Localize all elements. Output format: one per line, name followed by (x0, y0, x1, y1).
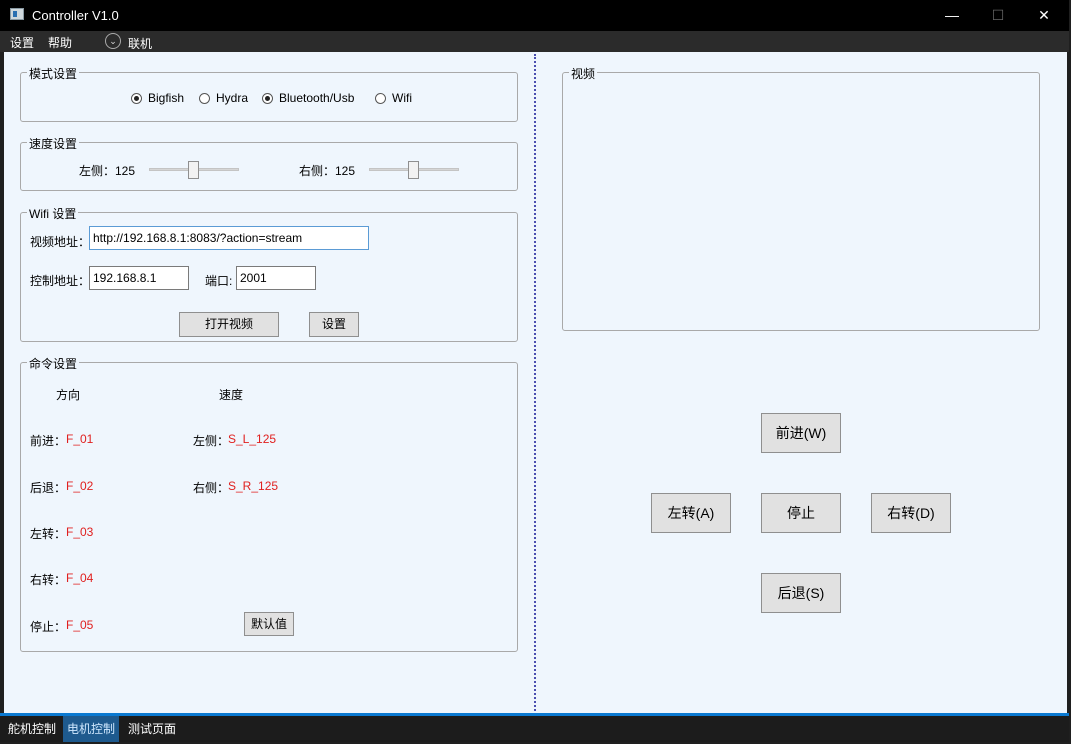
menu-help[interactable]: 帮助 (48, 34, 72, 51)
window-title: Controller V1.0 (32, 8, 119, 23)
minimize-button[interactable]: — (929, 0, 975, 31)
radio-bigfish-label[interactable]: Bigfish (148, 91, 184, 105)
wifi-set-button[interactable]: 设置 (309, 312, 359, 337)
port-label: 端口: (205, 274, 233, 288)
turn-left-command-code: F_03 (66, 525, 94, 539)
menu-bar: 设置 帮助 联机 (0, 31, 1069, 52)
maximize-button[interactable]: ☐ (975, 0, 1021, 31)
tab-bar: 舵机控制 电机控制 测试页面 (0, 713, 1069, 742)
tab-test-page[interactable]: 测试页面 (124, 716, 180, 742)
left-speed-command-code: S_L_125 (228, 432, 277, 446)
control-address-label: 控制地址： (30, 274, 91, 288)
speed-settings-legend: 速度设置 (27, 135, 80, 152)
forward-button[interactable]: 前进(W) (761, 413, 841, 453)
radio-wifi-label[interactable]: Wifi (392, 91, 412, 105)
close-button[interactable]: ✕ (1021, 0, 1067, 31)
tab-motor-control[interactable]: 电机控制 (63, 716, 120, 742)
backward-button[interactable]: 后退(S) (761, 573, 841, 613)
command-settings-group: 命令设置 方向 速度 前进： F_01 后退： F_02 左转： F_03 右转… (20, 355, 518, 652)
radio-hydra[interactable] (199, 93, 210, 104)
stop-command-code: F_05 (66, 618, 94, 632)
menu-settings[interactable]: 设置 (10, 34, 34, 51)
turn-right-button[interactable]: 右转(D) (871, 493, 951, 533)
wifi-settings-group: Wifi 设置 视频地址： http://192.168.8.1:8083/?a… (20, 205, 518, 342)
mode-settings-group: 模式设置 Bigfish Hydra Bluetooth/Usb Wifi (20, 65, 518, 122)
left-speed-slider-thumb[interactable] (188, 161, 199, 179)
app-window: Controller V1.0 — ☐ ✕ 设置 帮助 联机 ⌄ 模式设置 Bi… (0, 0, 1069, 742)
command-settings-legend: 命令设置 (27, 355, 80, 372)
main-content: 模式设置 Bigfish Hydra Bluetooth/Usb Wifi 速度… (4, 52, 1067, 713)
tab-servo-control[interactable]: 舵机控制 (4, 716, 60, 742)
turn-right-command-label: 右转： (30, 573, 67, 587)
connect-button[interactable]: 联机 (128, 35, 152, 52)
forward-command-code: F_01 (66, 432, 94, 446)
video-address-input[interactable]: http://192.168.8.1:8083/?action=stream (89, 226, 369, 250)
turn-left-button[interactable]: 左转(A) (651, 493, 731, 533)
right-speed-slider-thumb[interactable] (408, 161, 419, 179)
backward-command-code: F_02 (66, 479, 94, 493)
backward-command-label: 后退： (30, 481, 67, 495)
left-speed-command-label: 左侧： (193, 434, 230, 448)
wifi-settings-legend: Wifi 设置 (27, 205, 79, 222)
mode-settings-legend: 模式设置 (27, 65, 80, 82)
video-legend: 视频 (569, 65, 598, 82)
panel-divider (534, 54, 536, 711)
radio-hydra-label[interactable]: Hydra (216, 91, 248, 105)
chevron-down-circle-icon[interactable]: ⌄ (105, 33, 121, 49)
right-speed-label: 右侧：125 (299, 164, 356, 178)
turn-left-command-label: 左转： (30, 527, 67, 541)
video-address-label: 视频地址： (30, 235, 91, 249)
turn-right-command-code: F_04 (66, 571, 94, 585)
port-input[interactable]: 2001 (236, 266, 316, 290)
radio-bluetooth-usb[interactable] (262, 93, 273, 104)
radio-bigfish[interactable] (131, 93, 142, 104)
radio-bluetooth-usb-label[interactable]: Bluetooth/Usb (279, 91, 354, 105)
default-values-button[interactable]: 默认值 (244, 612, 294, 636)
control-address-input[interactable]: 192.168.8.1 (89, 266, 189, 290)
right-speed-command-code: S_R_125 (228, 479, 279, 493)
left-speed-label: 左侧：125 (79, 164, 136, 178)
title-bar: Controller V1.0 — ☐ ✕ (0, 0, 1069, 31)
speed-header: 速度 (219, 388, 244, 402)
right-speed-command-label: 右侧： (193, 481, 230, 495)
stop-command-label: 停止： (30, 620, 67, 634)
radio-wifi[interactable] (375, 93, 386, 104)
speed-settings-group: 速度设置 左侧：125 右侧：125 (20, 135, 518, 191)
stop-button[interactable]: 停止 (761, 493, 841, 533)
forward-command-label: 前进： (30, 434, 67, 448)
open-video-button[interactable]: 打开视频 (179, 312, 279, 337)
video-group: 视频 (562, 65, 1040, 331)
app-icon (10, 8, 24, 20)
direction-header: 方向 (56, 388, 81, 402)
